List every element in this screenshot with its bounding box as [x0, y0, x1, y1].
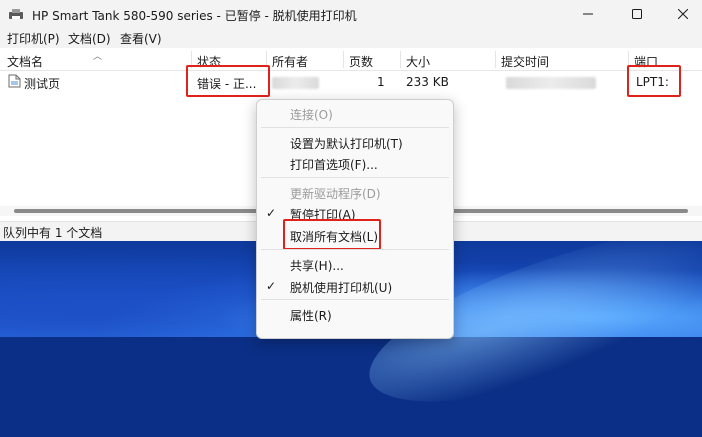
- col-submitted[interactable]: 提交时间: [501, 53, 549, 70]
- cancel-all-highlight: [283, 219, 381, 250]
- close-button[interactable]: [660, 0, 702, 28]
- check-icon: ✓: [266, 206, 277, 220]
- menu-item-update-driver[interactable]: 更新驱动程序(D): [290, 185, 381, 202]
- col-document-name[interactable]: 文档名: [7, 53, 43, 70]
- menu-item-sharing[interactable]: 共享(H)...: [290, 257, 344, 274]
- table-row[interactable]: 测试页 错误 - 正... 1 233 KB LPT1:: [0, 71, 702, 93]
- menu-item-connect[interactable]: 连接(O): [290, 106, 333, 123]
- menu-separator: [261, 177, 449, 178]
- minimize-button[interactable]: [565, 0, 611, 28]
- window-title: HP Smart Tank 580-590 series - 已暂停 - 脱机使…: [32, 9, 357, 23]
- redacted-submitted-time: [506, 77, 596, 89]
- sort-up-icon: ︿: [93, 52, 103, 62]
- close-icon: [678, 9, 688, 19]
- column-divider[interactable]: [343, 51, 344, 68]
- menu-bar: 打印机(P) 文档(D) 查看(V): [0, 28, 702, 48]
- maximize-button[interactable]: [614, 0, 660, 28]
- printer-icon: [9, 9, 23, 19]
- cell-document-name: 测试页: [24, 77, 61, 91]
- menu-item-properties[interactable]: 属性(R): [290, 307, 332, 324]
- menu-item-use-offline[interactable]: 脱机使用打印机(U): [290, 279, 392, 296]
- menu-separator: [261, 127, 449, 128]
- menu-view[interactable]: 查看(V): [120, 30, 162, 47]
- menu-item-preferences[interactable]: 打印首选项(F)...: [290, 156, 378, 173]
- col-pages[interactable]: 页数: [349, 53, 373, 70]
- context-menu: 连接(O) 设置为默认打印机(T) 打印首选项(F)... 更新驱动程序(D) …: [256, 99, 454, 339]
- menu-printer[interactable]: 打印机(P): [7, 30, 60, 47]
- col-size[interactable]: 大小: [406, 53, 430, 70]
- col-owner[interactable]: 所有者: [272, 53, 308, 70]
- status-highlight: [186, 65, 270, 97]
- minimize-icon: [583, 13, 593, 15]
- menu-item-set-default[interactable]: 设置为默认打印机(T): [290, 135, 403, 152]
- check-icon: ✓: [266, 279, 277, 293]
- queue-count: 队列中有 1 个文档: [3, 226, 103, 240]
- document-icon: [8, 74, 21, 88]
- column-divider[interactable]: [400, 51, 401, 68]
- column-divider[interactable]: [495, 51, 496, 68]
- column-header: ︿ 文档名 状态 所有者 页数 大小 提交时间 端口: [0, 49, 702, 71]
- cell-size: 233 KB: [406, 75, 449, 89]
- menu-separator: [261, 299, 449, 300]
- cell-pages: 1: [377, 75, 385, 89]
- menu-separator: [261, 249, 449, 250]
- port-highlight: [627, 65, 681, 97]
- redacted-owner: [272, 77, 319, 89]
- title-bar: HP Smart Tank 580-590 series - 已暂停 - 脱机使…: [0, 0, 702, 28]
- maximize-icon: [632, 9, 642, 19]
- menu-document[interactable]: 文档(D): [68, 30, 111, 47]
